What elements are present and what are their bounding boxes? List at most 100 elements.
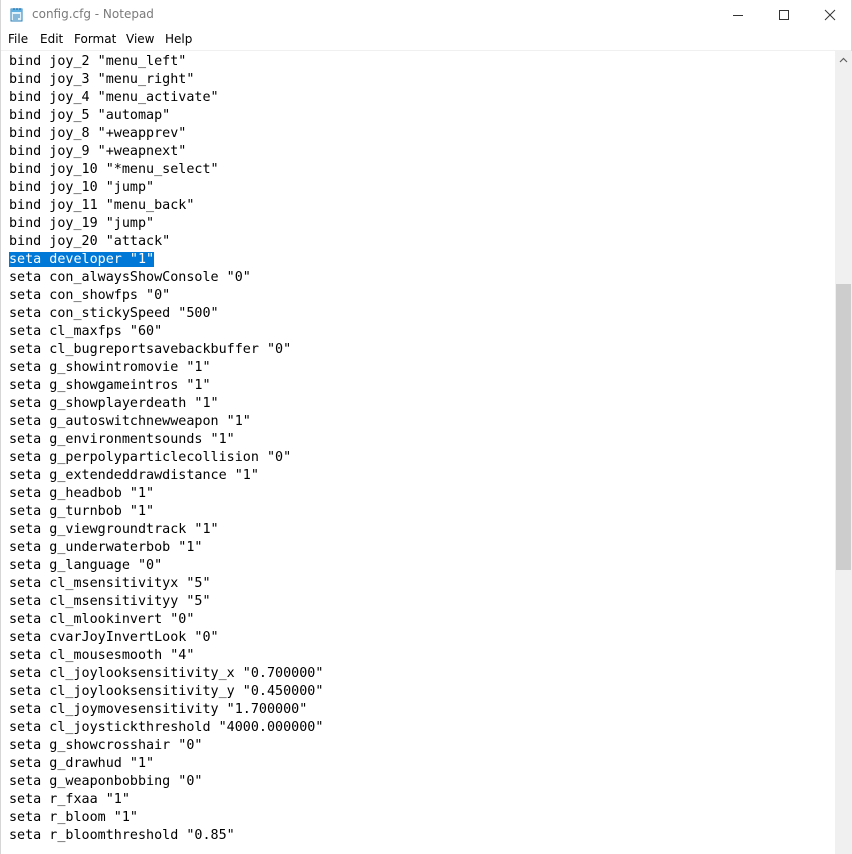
line-text: bind joy_10 "jump" <box>9 180 155 195</box>
text-line[interactable]: bind joy_9 "+weapnext" <box>9 143 323 161</box>
text-line[interactable]: seta g_perpolyparticlecollision "0" <box>9 449 323 467</box>
text-line[interactable]: seta g_extendeddrawdistance "1" <box>9 467 323 485</box>
scrollbar-thumb[interactable] <box>836 284 851 570</box>
line-text: seta g_drawhud "1" <box>9 756 155 771</box>
line-text: seta con_showfps "0" <box>9 288 171 303</box>
text-line[interactable]: seta cl_msensitivityy "5" <box>9 593 323 611</box>
text-line[interactable]: bind joy_10 "*menu_select" <box>9 161 323 179</box>
line-text: seta r_bloomthreshold "0.85" <box>9 828 235 843</box>
maximize-button[interactable] <box>761 0 807 29</box>
text-line[interactable]: bind joy_4 "menu_activate" <box>9 89 323 107</box>
notepad-app-icon[interactable] <box>10 7 24 22</box>
menu-help[interactable]: Help <box>165 31 192 47</box>
line-text: seta g_viewgroundtrack "1" <box>9 522 219 537</box>
menu-edit[interactable]: Edit <box>40 31 63 47</box>
menu-view[interactable]: View <box>126 31 154 47</box>
text-line[interactable]: seta g_weaponbobbing "0" <box>9 773 323 791</box>
line-text: bind joy_11 "menu_back" <box>9 198 195 213</box>
line-text: seta g_extendeddrawdistance "1" <box>9 468 259 483</box>
line-text: bind joy_4 "menu_activate" <box>9 90 219 105</box>
text-line[interactable]: seta cl_joylooksensitivity_x "0.700000" <box>9 665 323 683</box>
line-text: seta g_showplayerdeath "1" <box>9 396 219 411</box>
text-line[interactable]: seta g_underwaterbob "1" <box>9 539 323 557</box>
text-line[interactable]: bind joy_2 "menu_left" <box>9 53 323 71</box>
line-text: seta cl_maxfps "60" <box>9 324 163 339</box>
line-text: seta g_autoswitchnewweapon "1" <box>9 414 251 429</box>
text-line[interactable]: seta g_showintromovie "1" <box>9 359 323 377</box>
notepad-window: config.cfg - Notepad File Edit Format Vi… <box>0 0 852 854</box>
window-title: config.cfg - Notepad <box>32 7 154 21</box>
minimize-button[interactable] <box>715 0 761 29</box>
line-text: seta cl_joylooksensitivity_x "0.700000" <box>9 666 324 681</box>
text-line[interactable]: seta g_showcrosshair "0" <box>9 737 323 755</box>
text-line[interactable]: seta r_bloomthreshold "0.85" <box>9 827 323 845</box>
text-line[interactable]: bind joy_19 "jump" <box>9 215 323 233</box>
text-line[interactable]: seta g_showgameintros "1" <box>9 377 323 395</box>
text-line[interactable]: seta r_bloom "1" <box>9 809 323 827</box>
text-line[interactable]: seta con_stickySpeed "500" <box>9 305 323 323</box>
text-line[interactable]: seta r_fxaa "1" <box>9 791 323 809</box>
text-line[interactable]: seta g_language "0" <box>9 557 323 575</box>
line-text: bind joy_9 "+weapnext" <box>9 144 187 159</box>
maximize-icon <box>779 9 789 20</box>
line-text: bind joy_8 "+weapprev" <box>9 126 187 141</box>
text-line[interactable]: bind joy_8 "+weapprev" <box>9 125 323 143</box>
text-line[interactable]: seta cl_maxfps "60" <box>9 323 323 341</box>
line-text: seta cl_joymovesensitivity "1.700000" <box>9 702 308 717</box>
menu-format[interactable]: Format <box>74 31 116 47</box>
text-line[interactable]: bind joy_3 "menu_right" <box>9 71 323 89</box>
line-text: bind joy_3 "menu_right" <box>9 72 195 87</box>
text-line[interactable]: seta g_environmentsounds "1" <box>9 431 323 449</box>
line-text: seta g_perpolyparticlecollision "0" <box>9 450 292 465</box>
text-line[interactable]: seta cl_joylooksensitivity_y "0.450000" <box>9 683 323 701</box>
line-text: bind joy_5 "automap" <box>9 108 171 123</box>
close-button[interactable] <box>807 0 852 29</box>
line-text: seta g_turnbob "1" <box>9 504 155 519</box>
line-text: seta g_underwaterbob "1" <box>9 540 203 555</box>
text-editor-area[interactable]: bind joy_2 "menu_left" bind joy_3 "menu_r… <box>2 51 834 854</box>
text-line[interactable]: bind joy_11 "menu_back" <box>9 197 323 215</box>
line-text: seta g_showintromovie "1" <box>9 360 211 375</box>
line-text: seta g_showgameintros "1" <box>9 378 211 393</box>
text-line[interactable]: seta g_drawhud "1" <box>9 755 323 773</box>
minimize-icon <box>733 14 743 16</box>
menu-file[interactable]: File <box>8 31 28 47</box>
text-content[interactable]: bind joy_2 "menu_left" bind joy_3 "menu_r… <box>9 53 323 845</box>
text-line[interactable]: seta cl_mousesmooth "4" <box>9 647 323 665</box>
line-text: seta g_language "0" <box>9 558 163 573</box>
line-text: seta cl_msensitivityy "5" <box>9 594 211 609</box>
text-line[interactable]: seta g_viewgroundtrack "1" <box>9 521 323 539</box>
text-line[interactable]: bind joy_5 "automap" <box>9 107 323 125</box>
text-line[interactable]: seta g_headbob "1" <box>9 485 323 503</box>
text-line[interactable]: seta con_showfps "0" <box>9 287 323 305</box>
line-text: seta g_environmentsounds "1" <box>9 432 235 447</box>
text-line[interactable]: bind joy_20 "attack" <box>9 233 323 251</box>
vertical-scrollbar[interactable] <box>835 51 852 854</box>
line-text: seta cl_joystickthreshold "4000.000000" <box>9 720 324 735</box>
line-text: seta cl_mlookinvert "0" <box>9 612 195 627</box>
text-line[interactable]: seta cl_mlookinvert "0" <box>9 611 323 629</box>
line-text: seta cl_joylooksensitivity_y "0.450000" <box>9 684 324 699</box>
scroll-up-button[interactable] <box>835 51 852 68</box>
text-line[interactable]: seta g_turnbob "1" <box>9 503 323 521</box>
line-text: seta con_stickySpeed "500" <box>9 306 219 321</box>
line-text: seta con_alwaysShowConsole "0" <box>9 270 251 285</box>
text-line[interactable]: seta developer "1" <box>9 251 323 269</box>
text-line[interactable]: seta g_autoswitchnewweapon "1" <box>9 413 323 431</box>
menu-bar: File Edit Format View Help <box>1 29 851 51</box>
text-line[interactable]: seta cl_joystickthreshold "4000.000000" <box>9 719 323 737</box>
title-bar[interactable]: config.cfg - Notepad <box>1 0 851 29</box>
line-text: bind joy_10 "*menu_select" <box>9 162 219 177</box>
text-line[interactable]: seta g_showplayerdeath "1" <box>9 395 323 413</box>
text-line[interactable]: seta cvarJoyInvertLook "0" <box>9 629 323 647</box>
text-line[interactable]: seta cl_msensitivityx "5" <box>9 575 323 593</box>
line-text: bind joy_20 "attack" <box>9 234 171 249</box>
text-line[interactable]: seta cl_bugreportsavebackbuffer "0" <box>9 341 323 359</box>
text-line[interactable]: bind joy_10 "jump" <box>9 179 323 197</box>
text-line[interactable]: seta cl_joymovesensitivity "1.700000" <box>9 701 323 719</box>
line-text: seta cl_bugreportsavebackbuffer "0" <box>9 342 292 357</box>
line-text: seta g_weaponbobbing "0" <box>9 774 203 789</box>
text-line[interactable]: seta con_alwaysShowConsole "0" <box>9 269 323 287</box>
line-text: seta g_headbob "1" <box>9 486 155 501</box>
line-text: seta g_showcrosshair "0" <box>9 738 203 753</box>
